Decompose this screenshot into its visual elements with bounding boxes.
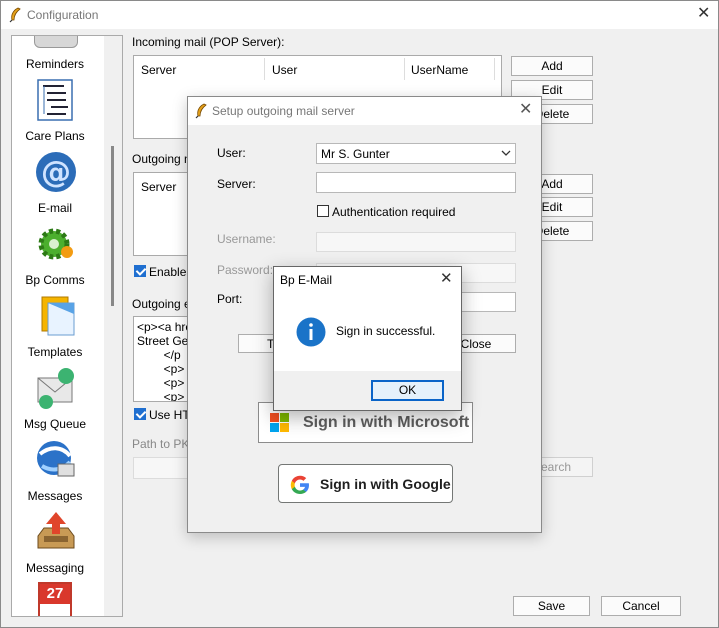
- server-input[interactable]: [316, 172, 516, 193]
- html-line: <p>: [137, 376, 185, 390]
- html-line: Street Gene: [137, 334, 192, 348]
- sidebar-item-messages[interactable]: Messages: [12, 436, 102, 504]
- column-divider: [404, 58, 405, 80]
- incoming-add-button[interactable]: Add: [511, 56, 593, 76]
- sidebar-item-label: Templates: [27, 345, 83, 359]
- dialog-title: Setup outgoing mail server: [212, 104, 355, 118]
- green-gear-icon: [38, 228, 73, 260]
- envelope-queue-icon: [37, 368, 74, 409]
- port-label: Port:: [217, 292, 243, 306]
- sidebar-item-templates[interactable]: Templates: [12, 292, 102, 360]
- html-line: </p: [137, 348, 181, 362]
- chevron-down-icon: [501, 150, 511, 156]
- column-header-username[interactable]: UserName: [411, 63, 468, 77]
- bell-reminders-icon: [34, 36, 78, 48]
- sidebar-item-label: Reminders: [25, 57, 85, 71]
- cancel-button[interactable]: Cancel: [601, 596, 681, 616]
- message-box-close-button[interactable]: ✕: [440, 271, 453, 286]
- username-input[interactable]: [316, 232, 516, 252]
- authentication-checkbox[interactable]: [317, 205, 329, 217]
- html-line: <p>: [137, 362, 185, 376]
- app-feather-icon: [9, 7, 21, 23]
- column-header-server[interactable]: Server: [141, 63, 176, 77]
- user-label: User:: [217, 146, 246, 160]
- care-plans-tree-icon: [37, 79, 73, 121]
- path-to-pki-label: Path to PKI: [132, 437, 193, 451]
- enable-checkbox[interactable]: [134, 265, 146, 277]
- templates-icon: [41, 296, 75, 336]
- title-bar: Configuration ✕: [1, 1, 718, 29]
- microsoft-logo-icon: [270, 413, 289, 432]
- user-select[interactable]: Mr S. Gunter: [316, 143, 516, 164]
- sidebar-scrollbar[interactable]: [104, 36, 122, 616]
- sidebar-item-email[interactable]: @ E-mail: [12, 148, 102, 216]
- sidebar-item-calendar[interactable]: 27: [12, 580, 102, 616]
- incoming-mail-label: Incoming mail (POP Server):: [132, 35, 285, 49]
- bp-email-message-box: Bp E-Mail ✕ Sign in successful. OK: [273, 266, 462, 411]
- google-logo-icon: [290, 475, 309, 494]
- svg-text:@: @: [41, 155, 71, 190]
- save-button[interactable]: Save: [513, 596, 590, 616]
- scrollbar-thumb[interactable]: [111, 146, 114, 306]
- html-editor[interactable]: <p><a href Street Gene </p <p> <p> <p>: [133, 316, 193, 402]
- dialog-close-button[interactable]: ✕: [519, 102, 532, 118]
- window-title: Configuration: [27, 8, 99, 22]
- html-line: <p><a href: [137, 320, 193, 334]
- username-label: Username:: [217, 232, 276, 246]
- message-box-body: Sign in successful.: [274, 293, 461, 371]
- message-text: Sign in successful.: [336, 324, 436, 338]
- sidebar-item-label: Messaging: [25, 561, 85, 575]
- sidebar: Reminders Care Plans @ E-mail Bp Comms T…: [11, 35, 123, 617]
- user-select-value: Mr S. Gunter: [321, 147, 390, 161]
- sidebar-item-label: Care Plans: [25, 129, 85, 143]
- message-box-title: Bp E-Mail: [280, 273, 333, 287]
- use-html-checkbox[interactable]: [134, 408, 146, 420]
- column-header-server[interactable]: Server: [141, 180, 176, 194]
- inbox-tray-icon: [37, 512, 75, 549]
- sidebar-item-reminders[interactable]: Reminders: [12, 36, 102, 72]
- sidebar-item-label: Messages: [27, 489, 83, 503]
- calendar-day: 27: [40, 584, 70, 604]
- sign-in-google-button[interactable]: Sign in with Google: [278, 464, 453, 503]
- sidebar-item-bp-comms[interactable]: Bp Comms: [12, 220, 102, 288]
- info-icon: [296, 317, 326, 347]
- dialog-title-bar: Setup outgoing mail server ✕: [188, 97, 541, 125]
- sidebar-item-label: Msg Queue: [23, 417, 87, 431]
- sign-in-google-label: Sign in with Google: [320, 476, 451, 492]
- password-label: Password:: [217, 263, 274, 277]
- message-box-title-bar: Bp E-Mail ✕: [274, 267, 461, 293]
- sidebar-item-label: E-mail: [37, 201, 72, 215]
- html-line: <p>: [137, 390, 185, 402]
- message-box-footer: OK: [274, 371, 461, 410]
- authentication-label: Authentication required: [332, 205, 456, 219]
- sidebar-item-label: Bp Comms: [25, 273, 85, 287]
- column-header-user[interactable]: User: [272, 63, 297, 77]
- column-divider: [264, 58, 265, 80]
- sign-in-microsoft-label: Sign in with Microsoft: [303, 414, 470, 431]
- sidebar-item-msg-queue[interactable]: Msg Queue: [12, 364, 102, 432]
- app-feather-icon: [195, 103, 207, 119]
- calendar-27-icon: 27: [38, 582, 72, 616]
- server-label: Server:: [217, 177, 256, 191]
- ok-button[interactable]: OK: [371, 380, 444, 401]
- column-divider: [494, 58, 495, 80]
- sidebar-item-care-plans[interactable]: Care Plans: [12, 76, 102, 144]
- messages-globe-icon: [37, 441, 75, 477]
- close-window-button[interactable]: ✕: [697, 6, 710, 22]
- sidebar-item-messaging[interactable]: Messaging: [12, 508, 102, 576]
- pki-path-field[interactable]: [133, 457, 193, 479]
- at-sign-icon: @: [36, 152, 76, 192]
